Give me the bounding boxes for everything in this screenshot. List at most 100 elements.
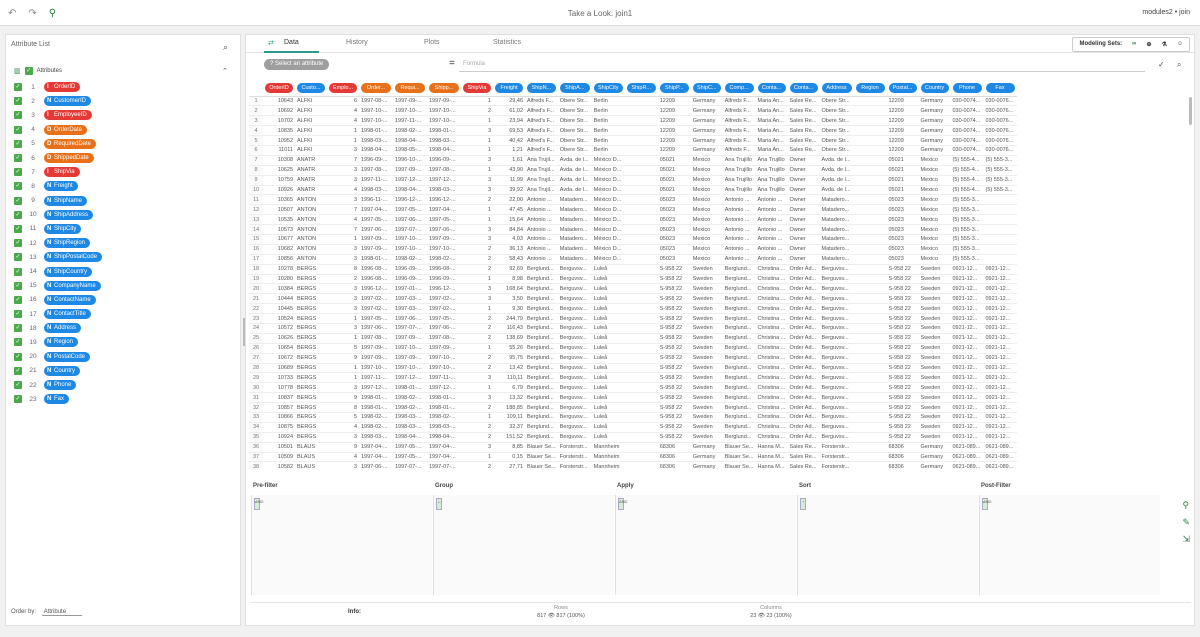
table-cell[interactable] (853, 461, 887, 470)
table-cell[interactable]: S-958 22 (886, 392, 919, 404)
attribute-pill[interactable]: D RequiredDate (44, 138, 97, 149)
target-icon[interactable]: ⊕ (1146, 41, 1151, 48)
attribute-checkbox[interactable]: ✓ (14, 338, 22, 347)
table-cell[interactable]: 0921-12... (983, 313, 1017, 324)
table-cell[interactable]: Hanna M... (755, 442, 788, 453)
table-cell[interactable]: Ana Trujil... (525, 175, 558, 186)
table-cell[interactable] (853, 194, 887, 206)
table-cell[interactable]: 10278 (263, 264, 295, 275)
table-cell[interactable]: Antonio ... (755, 224, 788, 235)
table-cell[interactable]: 3 (461, 372, 493, 384)
table-cell[interactable]: 3,50 (493, 293, 525, 305)
table-cell[interactable]: Berglund... (722, 363, 756, 374)
column-pill[interactable]: Order... (361, 82, 391, 93)
table-cell[interactable] (853, 382, 887, 394)
attribute-checkbox[interactable]: ✓ (14, 224, 22, 233)
table-cell[interactable]: 1997-12-... (359, 382, 393, 394)
table-cell[interactable] (853, 452, 887, 463)
table-cell[interactable] (853, 293, 887, 305)
table-cell[interactable]: Mexico (918, 175, 951, 186)
table-cell[interactable]: Antonio ... (525, 194, 558, 206)
attribute-checkbox[interactable]: ✓ (14, 83, 22, 92)
table-cell[interactable]: 10926 (263, 185, 295, 196)
table-cell[interactable]: Mexico (690, 204, 723, 216)
table-cell[interactable]: S-958 22 (657, 412, 691, 423)
column-pill[interactable]: Address (821, 82, 852, 93)
table-cell[interactable]: Avda. de l... (557, 165, 592, 176)
table-cell[interactable]: Christina ... (755, 412, 788, 423)
table-cell[interactable]: Antonio ... (722, 214, 756, 226)
table-cell[interactable]: 3 (461, 293, 493, 305)
table-cell[interactable]: Alfreds F... (722, 105, 756, 117)
table-cell[interactable]: (5) 555-3... (950, 234, 984, 245)
table-cell[interactable]: S-958 22 (886, 412, 919, 423)
table-cell[interactable]: Sweden (690, 293, 723, 305)
table-cell[interactable]: Luleå (591, 432, 625, 443)
table-cell[interactable]: 0921-12... (983, 422, 1017, 433)
table-cell[interactable]: 4 (327, 422, 359, 433)
table-cell[interactable] (853, 313, 887, 324)
table-cell[interactable]: Berglund... (525, 392, 558, 404)
table-cell[interactable]: Berguvsv... (557, 363, 592, 374)
table-cell[interactable]: Berlin (591, 105, 625, 117)
table-cell[interactable]: 1998-01-... (359, 254, 393, 265)
table-cell[interactable]: Antonio ... (525, 214, 558, 226)
table-cell[interactable]: S-958 22 (886, 432, 919, 443)
table-cell[interactable]: 0921-12... (950, 422, 984, 433)
attribute-pill[interactable]: N Phone (44, 380, 77, 391)
column-header[interactable]: Phone (950, 80, 984, 97)
table-cell[interactable]: Blauer Se... (722, 452, 756, 463)
table-cell[interactable]: 12209 (657, 125, 691, 137)
column-pill[interactable]: Freight (495, 82, 523, 93)
table-cell[interactable]: BERGS (295, 313, 327, 324)
table-cell[interactable]: México D... (591, 165, 625, 176)
table-cell[interactable] (624, 175, 658, 186)
table-cell[interactable]: ALFKI (295, 115, 327, 127)
table-cell[interactable]: 58,43 (493, 254, 525, 265)
table-cell[interactable]: Mexico (918, 165, 951, 176)
table-cell[interactable]: 9,30 (493, 303, 525, 315)
attribute-row[interactable]: ✓ 16 N ContactName (14, 293, 236, 307)
table-cell[interactable]: Owner (787, 194, 820, 206)
table-cell[interactable]: 1 (461, 274, 493, 285)
table-cell[interactable]: 3 (327, 194, 359, 206)
table-cell[interactable]: 1998-02-... (393, 392, 427, 404)
table-cell[interactable]: 10875 (263, 422, 295, 433)
table-cell[interactable]: 1997-12-... (427, 175, 461, 186)
table-cell[interactable]: México D... (591, 204, 625, 216)
table-cell[interactable]: S-958 22 (886, 353, 919, 364)
table-cell[interactable]: Antonio ... (525, 254, 558, 265)
attribute-checkbox[interactable]: ✓ (14, 395, 22, 404)
table-cell[interactable]: Mexico (918, 234, 951, 245)
table-cell[interactable]: ANTON (295, 244, 327, 255)
table-cell[interactable]: Berguvsv... (819, 363, 854, 374)
table-row[interactable]: 10 10926 ANATR 4 1998-03-... 1998-04-... 1998-… (249, 185, 1017, 196)
table-cell[interactable] (853, 402, 887, 413)
table-cell[interactable] (624, 363, 658, 374)
table-cell[interactable] (853, 204, 887, 216)
table-cell[interactable]: Berguvsv... (557, 402, 592, 413)
table-cell[interactable]: S-958 22 (886, 293, 919, 305)
table-row[interactable]: 27 10672 BERGS 9 1997-09-... 1997-09-... 1997-… (249, 353, 1017, 364)
attribute-row[interactable]: ✓ 20 N PostalCode (14, 350, 236, 364)
table-cell[interactable]: Sweden (918, 274, 951, 285)
table-cell[interactable]: 0921-12... (983, 303, 1017, 315)
attribute-pill[interactable]: N Fax (44, 394, 70, 405)
table-cell[interactable]: Sweden (690, 343, 723, 354)
table-cell[interactable]: 1997-12-... (393, 175, 427, 186)
table-cell[interactable] (853, 145, 887, 156)
table-cell[interactable] (624, 145, 658, 156)
table-cell[interactable] (983, 244, 1017, 255)
table-cell[interactable]: México D... (591, 214, 625, 226)
table-cell[interactable]: Mexico (918, 244, 951, 255)
table-cell[interactable]: 030-0076... (983, 145, 1017, 156)
table-row[interactable]: 37 10509 BLAUS 4 1997-04-... 1997-05-... 1997-… (249, 452, 1017, 463)
table-cell[interactable]: Ana Trujillo (722, 175, 756, 186)
table-cell[interactable]: 151,52 (493, 432, 525, 443)
table-cell[interactable]: Sweden (918, 402, 951, 413)
column-pill[interactable]: Region (855, 82, 885, 93)
column-pill[interactable]: ShipP... (659, 82, 689, 93)
table-cell[interactable]: S-958 22 (886, 372, 919, 384)
operator-pre-filter[interactable]: Pre-filter AND (251, 477, 432, 599)
table-cell[interactable]: 05023 (886, 194, 919, 206)
